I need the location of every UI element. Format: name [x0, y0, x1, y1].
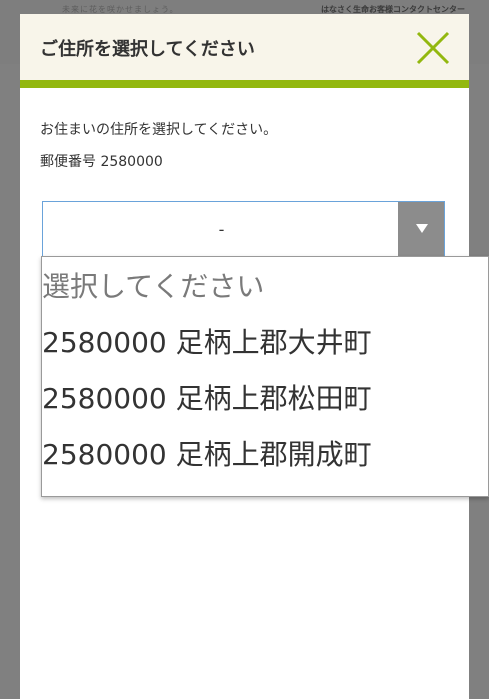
dropdown-option[interactable]: 2580000 足柄上郡開成町: [42, 427, 488, 483]
postal-code-label: 郵便番号 2580000: [40, 154, 163, 170]
close-button[interactable]: [415, 30, 451, 66]
address-select[interactable]: -: [42, 201, 445, 259]
instruction-text: お住まいの住所を選択してください。: [40, 122, 278, 138]
modal-header: ご住所を選択してください: [20, 14, 469, 80]
header-accent-bar: [20, 80, 469, 88]
select-arrow-button[interactable]: [398, 202, 444, 258]
modal-title: ご住所を選択してください: [40, 39, 255, 60]
dropdown-option-placeholder[interactable]: 選択してください: [42, 259, 488, 315]
address-dropdown-list: 選択してください 2580000 足柄上郡大井町 2580000 足柄上郡松田町…: [41, 256, 489, 497]
close-icon: [416, 31, 450, 65]
select-current-value: -: [218, 220, 225, 239]
chevron-down-icon: [416, 224, 428, 233]
dropdown-option[interactable]: 2580000 足柄上郡大井町: [42, 315, 488, 371]
dropdown-option[interactable]: 2580000 足柄上郡松田町: [42, 371, 488, 427]
